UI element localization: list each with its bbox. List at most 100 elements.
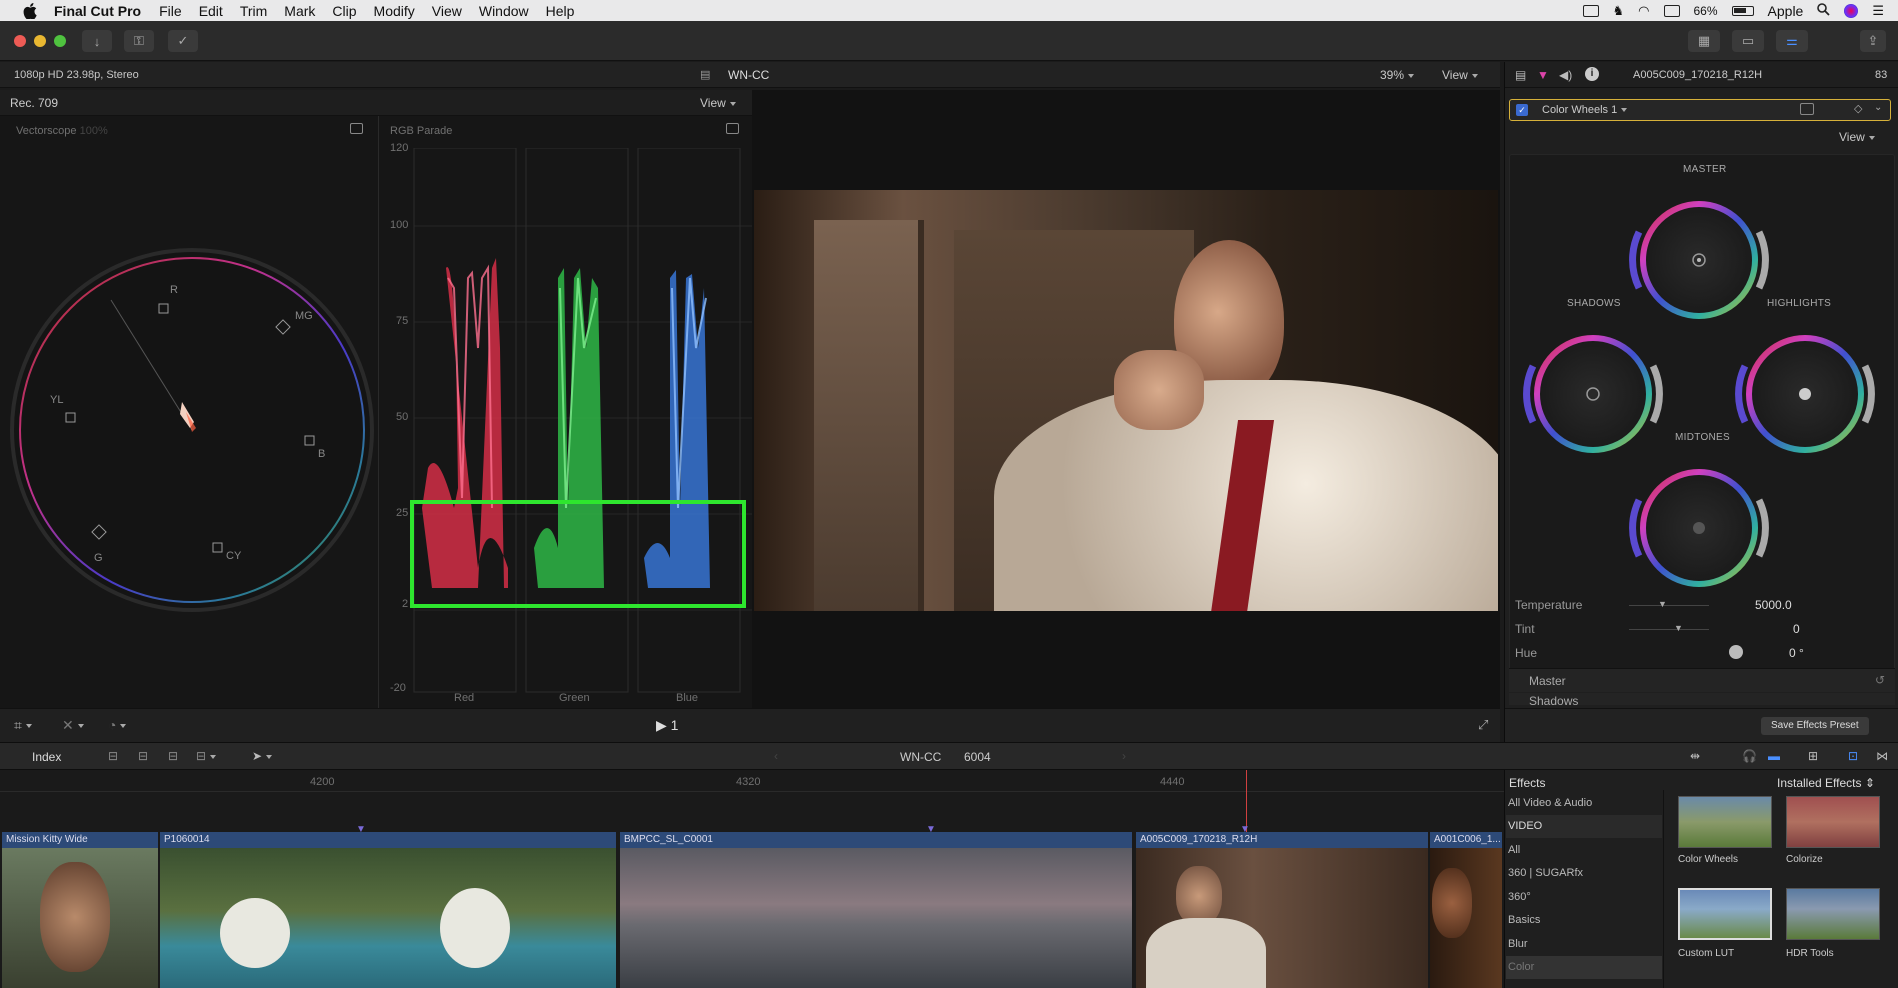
menu-file[interactable]: File — [159, 3, 182, 19]
transform-tool-icon[interactable]: ✕ — [62, 717, 84, 734]
append-clip-icon[interactable]: ⊟ — [168, 749, 178, 763]
clip-label-2[interactable]: P1060014 — [160, 832, 616, 848]
binoculars-icon[interactable]: ♞ — [1613, 3, 1625, 19]
effect-category-blur[interactable]: Blur — [1506, 933, 1662, 956]
scope-view-dropdown[interactable]: View — [700, 96, 736, 110]
effect-category-color[interactable]: Color — [1506, 956, 1662, 979]
keywords-button[interactable]: ⚿ — [124, 30, 154, 52]
background-tasks-button[interactable]: ✓ — [168, 30, 198, 52]
menu-edit[interactable]: Edit — [199, 3, 223, 19]
audio-inspector-tab-icon[interactable]: ◀) — [1559, 68, 1572, 82]
viewer-view-dropdown[interactable]: View — [1442, 68, 1478, 82]
user-name[interactable]: Apple — [1768, 3, 1804, 19]
temperature-value[interactable]: 5000.0 — [1755, 598, 1792, 612]
menu-window[interactable]: Window — [479, 3, 529, 19]
timeline-clip-2[interactable] — [160, 848, 616, 988]
hue-dial[interactable] — [1729, 645, 1743, 659]
screen-record-icon[interactable] — [1582, 4, 1599, 17]
close-window-button[interactable] — [14, 35, 26, 47]
shadows-section[interactable]: Shadows — [1509, 693, 1895, 705]
audio-skimming-icon[interactable]: 🎧 — [1742, 749, 1757, 763]
inspector-toggle-button[interactable]: ⚌ — [1776, 30, 1808, 52]
keyframe-icon[interactable]: ◇ — [1854, 102, 1862, 115]
effect-category-360-sugarfx[interactable]: 360 | SUGARfx — [1506, 862, 1662, 885]
effect-tile-colorize[interactable] — [1786, 796, 1880, 848]
forward-arrow-icon[interactable]: › — [1122, 749, 1126, 763]
share-button[interactable]: ⇪ — [1860, 30, 1886, 52]
minimize-window-button[interactable] — [34, 35, 46, 47]
master-reset-icon[interactable]: ↺ — [1875, 673, 1885, 687]
master-wheel[interactable] — [1629, 201, 1769, 319]
parade-settings-icon[interactable] — [726, 123, 739, 134]
crop-tool-icon[interactable]: ⌗ — [14, 717, 32, 734]
effect-enabled-checkbox[interactable]: ✓ — [1516, 104, 1528, 116]
temperature-slider-thumb[interactable]: ▼ — [1658, 599, 1667, 609]
effect-name-dropdown[interactable]: Color Wheels 1 — [1542, 104, 1628, 116]
effect-mask-icon[interactable] — [1800, 103, 1814, 115]
zoom-window-button[interactable] — [54, 35, 66, 47]
menu-help[interactable]: Help — [546, 3, 575, 19]
clip-label-1[interactable]: Mission Kitty Wide — [2, 832, 158, 848]
index-button[interactable]: Index — [32, 750, 61, 764]
temperature-slider[interactable] — [1629, 605, 1709, 606]
solo-icon[interactable]: ▬ — [1768, 749, 1780, 763]
effect-tile-hdr-tools[interactable] — [1786, 888, 1880, 940]
skimming-icon[interactable]: ⇹ — [1690, 749, 1700, 763]
effect-menu-icon[interactable]: ⌄ — [1874, 102, 1882, 113]
fullscreen-icon[interactable]: ⤢ — [1478, 717, 1488, 733]
effect-category-all-video-audio[interactable]: All Video & Audio — [1506, 792, 1662, 815]
back-arrow-icon[interactable]: ‹ — [774, 749, 778, 763]
effect-category-video[interactable]: VIDEO — [1506, 815, 1662, 838]
timeline-toggle-button[interactable]: ▭ — [1732, 30, 1764, 52]
highlights-wheel[interactable] — [1735, 335, 1875, 453]
menu-clip[interactable]: Clip — [332, 3, 356, 19]
save-effects-preset-button[interactable]: Save Effects Preset — [1761, 717, 1869, 735]
airplay-icon[interactable] — [1663, 4, 1680, 17]
timeline-clip-1[interactable] — [2, 848, 158, 988]
clip-label-5[interactable]: A001C006_1... — [1430, 832, 1502, 848]
menu-trim[interactable]: Trim — [240, 3, 267, 19]
video-inspector-tab-icon[interactable]: ▤ — [1515, 68, 1526, 82]
master-section[interactable]: Master ↺ — [1509, 668, 1895, 692]
shadows-wheel[interactable] — [1523, 335, 1663, 453]
clip-label-3[interactable]: BMPCC_SL_C0001 — [620, 832, 1132, 848]
search-icon[interactable] — [1817, 2, 1830, 19]
color-inspector-tab-icon[interactable]: ▼ — [1537, 68, 1549, 82]
hue-value[interactable]: 0 ° — [1789, 646, 1804, 660]
timeline-clip-5[interactable] — [1430, 848, 1502, 988]
wheels-view-dropdown[interactable]: View — [1839, 130, 1875, 144]
effect-tile-color-wheels[interactable] — [1678, 796, 1772, 848]
timeline-clip-4[interactable] — [1136, 848, 1428, 988]
connect-clip-icon[interactable]: ⊟ — [108, 749, 118, 763]
effects-browser-icon[interactable]: ⊡ — [1848, 749, 1858, 763]
menu-modify[interactable]: Modify — [374, 3, 415, 19]
effect-category-360[interactable]: 360° — [1506, 886, 1662, 909]
clip-label-4[interactable]: A005C009_170218_R12H — [1136, 832, 1428, 848]
battery-percent[interactable]: 66% — [1694, 4, 1718, 18]
midtones-wheel[interactable] — [1629, 469, 1769, 587]
play-button[interactable]: ▶ 1 — [656, 717, 678, 734]
apple-icon[interactable] — [20, 2, 40, 19]
effect-tile-custom-lut[interactable] — [1678, 888, 1772, 940]
effect-selector[interactable]: ✓ Color Wheels 1 ◇ ⌄ — [1509, 99, 1891, 121]
timeline-clip-3[interactable] — [620, 848, 1132, 988]
zoom-dropdown[interactable]: 39% — [1380, 68, 1415, 82]
menu-view[interactable]: View — [432, 3, 462, 19]
notification-center-icon[interactable]: ☰ — [1872, 3, 1884, 19]
tint-value[interactable]: 0 — [1793, 622, 1800, 636]
transitions-browser-icon[interactable]: ⋈ — [1876, 749, 1888, 763]
speed-tool-icon[interactable]: ◔ — [108, 717, 127, 733]
select-tool-icon[interactable]: ➤ — [252, 749, 273, 763]
siri-icon[interactable] — [1844, 3, 1859, 18]
overwrite-clip-icon[interactable]: ⊟ — [196, 749, 217, 763]
info-inspector-tab-icon[interactable]: i — [1585, 67, 1599, 81]
menu-mark[interactable]: Mark — [284, 3, 315, 19]
effect-category-all[interactable]: All — [1506, 839, 1662, 862]
snapping-icon[interactable]: ⊞ — [1808, 749, 1818, 763]
tint-slider[interactable] — [1629, 629, 1709, 630]
tint-slider-thumb[interactable]: ▼ — [1674, 623, 1683, 633]
wifi-icon[interactable]: ◠ — [1638, 3, 1649, 19]
effect-category-basics[interactable]: Basics — [1506, 909, 1662, 932]
installed-effects-dropdown[interactable]: Installed Effects ⇕ — [1777, 776, 1875, 790]
battery-icon[interactable] — [1731, 5, 1754, 16]
